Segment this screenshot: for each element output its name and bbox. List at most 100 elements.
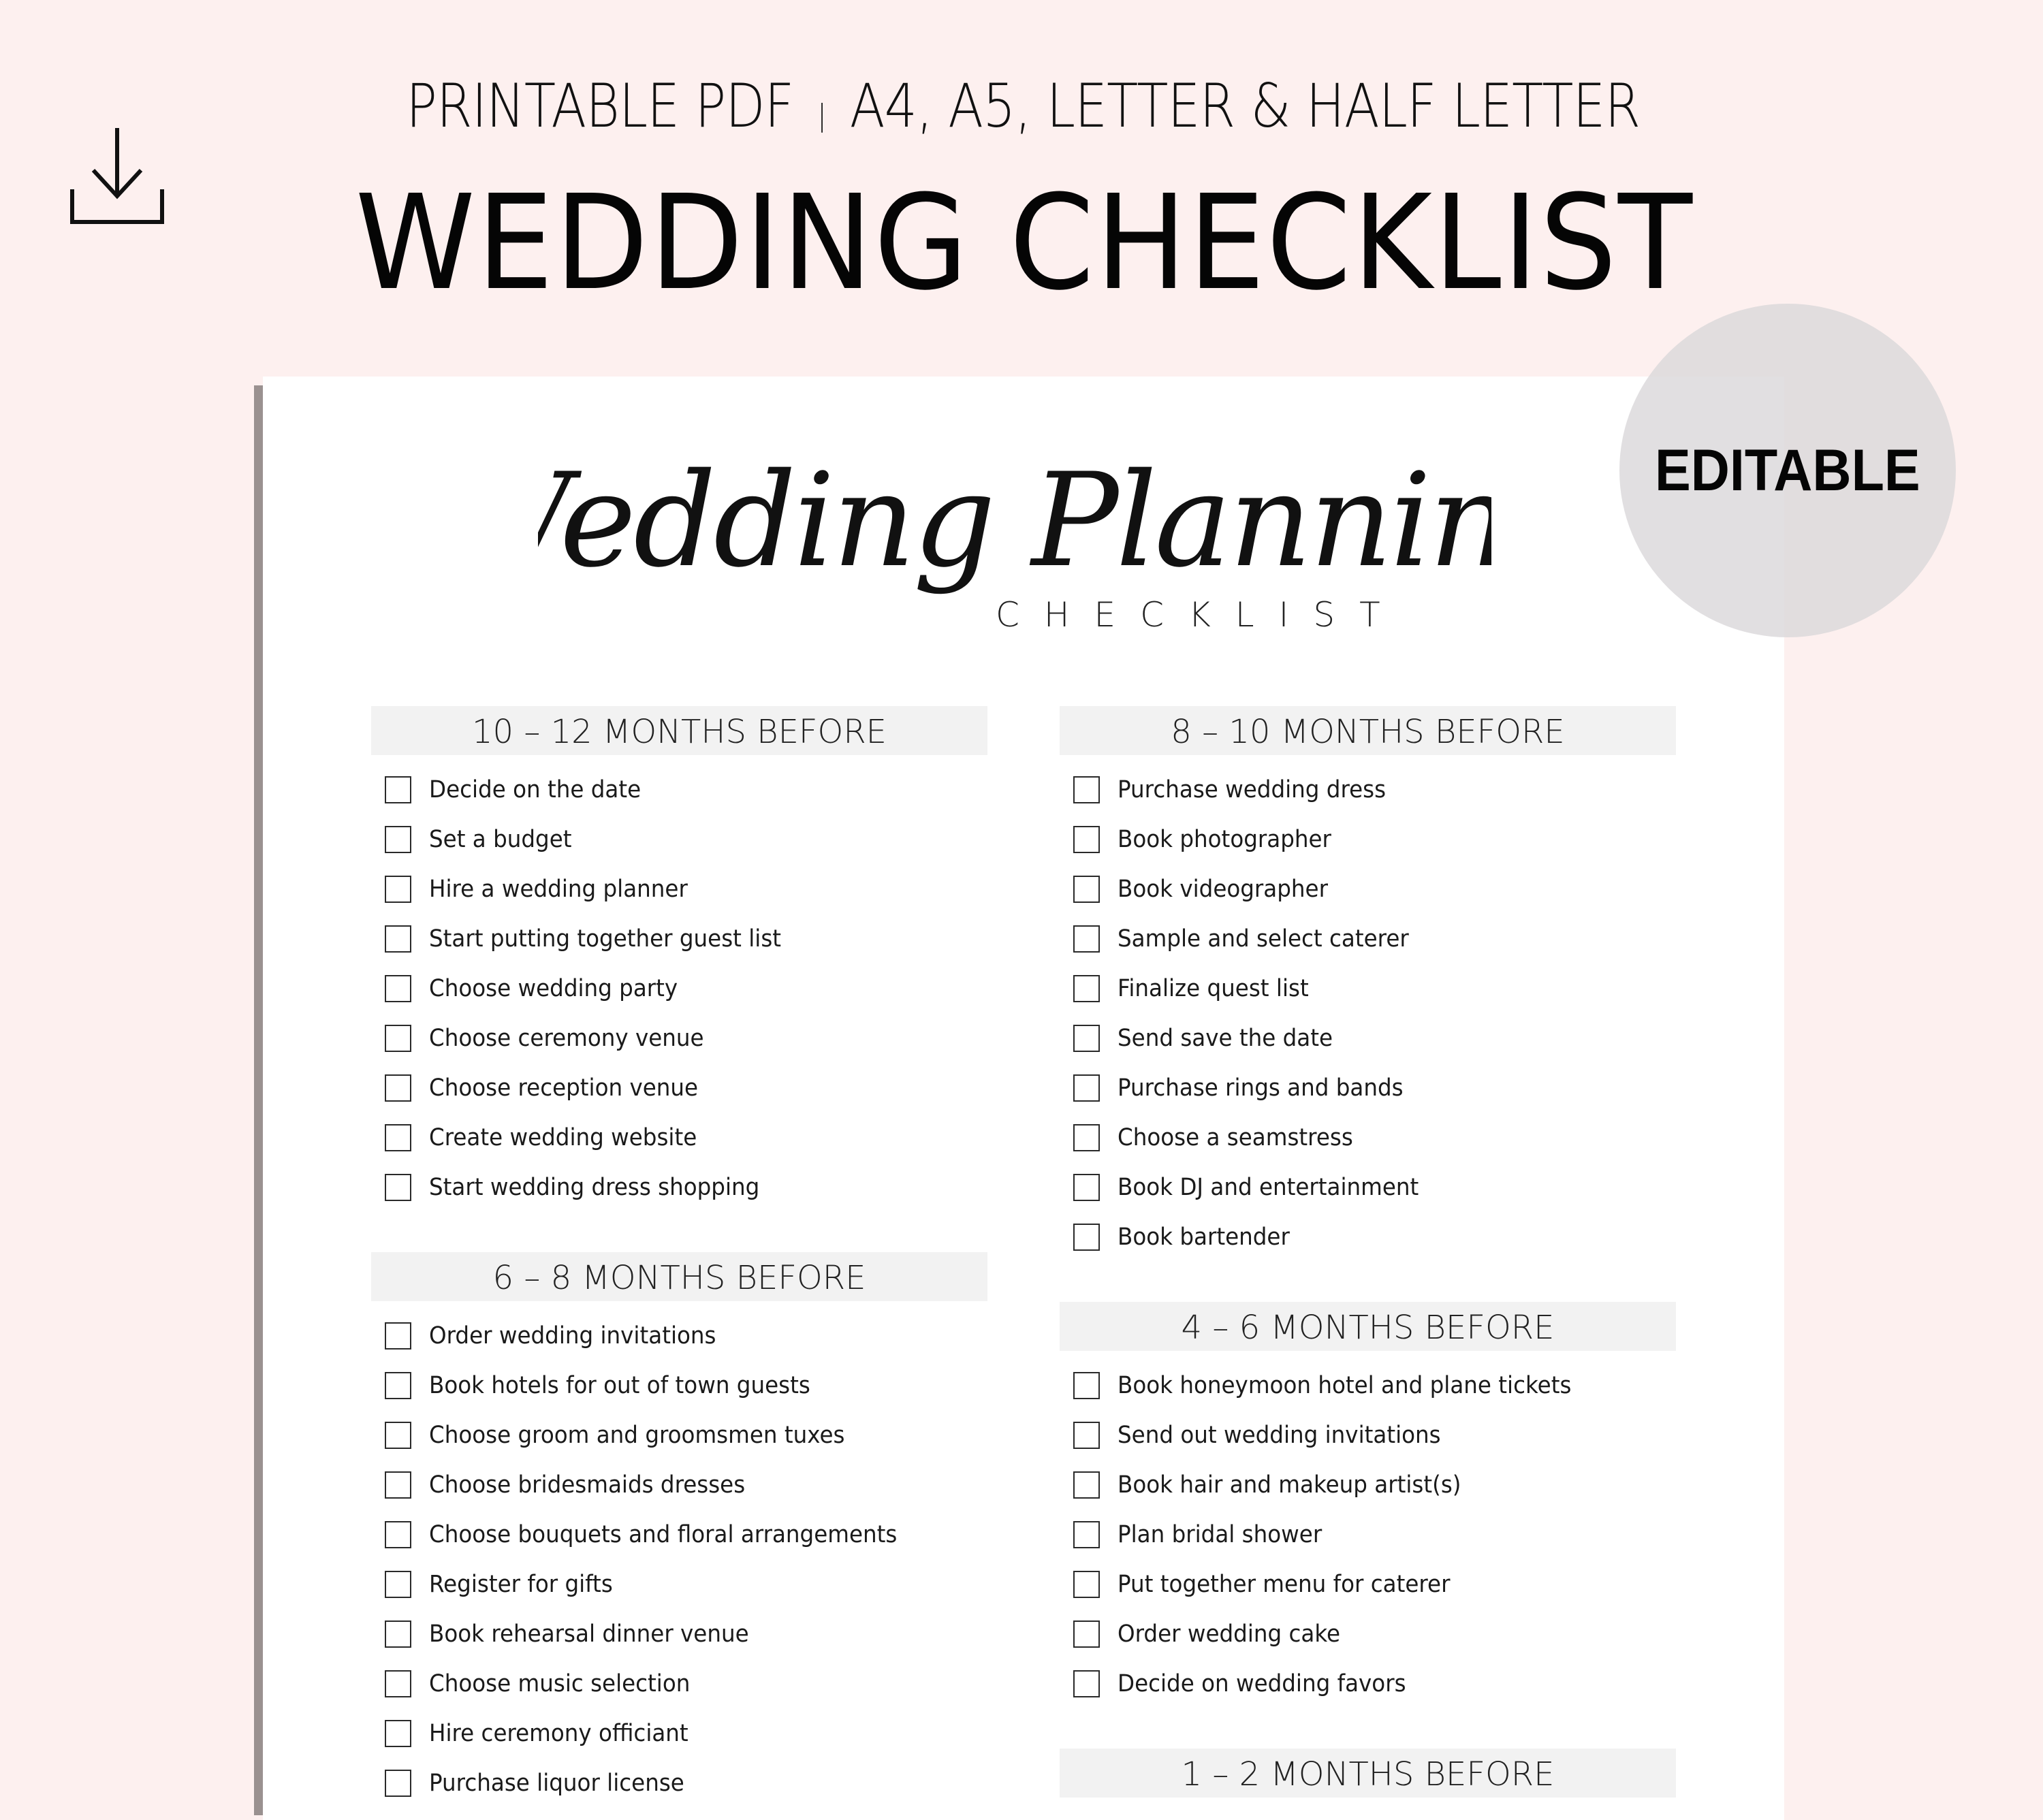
checklist-item-label: Hire ceremony officiant (429, 1719, 688, 1747)
checklist-item: Send save the date (1060, 1013, 1676, 1063)
checklist-item: Order wedding invitations (371, 1311, 987, 1360)
checkbox[interactable] (1073, 1371, 1100, 1399)
checklist-item: Set a budget (371, 814, 987, 864)
section-4-6-months: 4 – 6 MONTHS BEFORE Book honeymoon hotel… (1060, 1302, 1676, 1708)
checklist-item-label: Choose ceremony venue (429, 1024, 704, 1052)
checklist-item-label: Order wedding invitations (429, 1322, 716, 1350)
section-6-8-months: 6 – 8 MONTHS BEFORE Order wedding invita… (371, 1252, 987, 1808)
checkbox[interactable] (1073, 1223, 1100, 1251)
script-subtitle: CHECKLIST (996, 595, 1405, 635)
checkbox[interactable] (1073, 1471, 1100, 1499)
checklist-item: Order wedding cake (1060, 1609, 1676, 1659)
checklist-item-label: Register for gifts (429, 1570, 613, 1598)
section-header: 1 – 2 MONTHS BEFORE (1060, 1749, 1676, 1798)
checkbox[interactable] (385, 776, 411, 803)
checklist-item-label: Purchase wedding dress (1118, 776, 1387, 803)
checklist-item: Register for gifts (371, 1559, 987, 1609)
checklist-item-label: Send save the date (1118, 1024, 1333, 1052)
checklist-items: Decide on the date Set a budget Hire a wed… (371, 765, 987, 1212)
checkbox[interactable] (385, 1670, 411, 1697)
section-8-10-months: 8 – 10 MONTHS BEFORE Purchase wedding dr… (1060, 706, 1676, 1262)
checklist-item: Purchase wedding dress (1060, 765, 1676, 814)
checklist-item: Sample and select caterer (1060, 914, 1676, 963)
checkbox[interactable] (385, 1421, 411, 1449)
checklist-item: Purchase rings and bands (1060, 1063, 1676, 1113)
editable-badge-label: EDITABLE (1655, 437, 1920, 503)
checklist-item-label: Book rehearsal dinner venue (429, 1620, 749, 1648)
checklist-item: Choose ceremony venue (371, 1013, 987, 1063)
checklist-item-label: Book hotels for out of town guests (429, 1371, 810, 1399)
checkbox[interactable] (385, 1322, 411, 1350)
checklist-item: Choose wedding party (371, 963, 987, 1013)
checkbox[interactable] (385, 825, 411, 853)
checklist-item: Create wedding website (371, 1113, 987, 1162)
subtitle-format-label: PRINTABLE PDF (406, 71, 794, 141)
checklist-item-label: Start wedding dress shopping (429, 1173, 760, 1201)
checklist-item-label: Book hair and makeup artist(s) (1118, 1471, 1461, 1499)
checklist-item-label: Put together menu for caterer (1118, 1570, 1451, 1598)
checklist-item: Finalize quest list (1060, 963, 1676, 1013)
checkbox[interactable] (385, 1719, 411, 1747)
checkbox[interactable] (1073, 875, 1100, 903)
checkbox[interactable] (1073, 1173, 1100, 1201)
checklist-item: Book rehearsal dinner venue (371, 1609, 987, 1659)
checkbox[interactable] (1073, 974, 1100, 1002)
checkbox[interactable] (385, 1570, 411, 1598)
checkbox[interactable] (1073, 776, 1100, 803)
checkbox[interactable] (1073, 1074, 1100, 1102)
checklist-item-label: Order wedding cake (1118, 1620, 1341, 1648)
checkbox[interactable] (385, 875, 411, 903)
checklist-item: Choose reception venue (371, 1063, 987, 1113)
checkbox[interactable] (1073, 1520, 1100, 1548)
checkbox[interactable] (385, 1371, 411, 1399)
checklist-item-label: Start putting together guest list (429, 925, 782, 953)
checklist-items: Order wedding invitations Book hotels for… (371, 1311, 987, 1808)
checklist-item-label: Choose wedding party (429, 974, 678, 1002)
checklist-item: Book bartender (1060, 1212, 1676, 1262)
checkbox[interactable] (385, 1173, 411, 1201)
checklist-item-label: Book photographer (1118, 825, 1331, 853)
checklist-item: Start putting together guest list (371, 914, 987, 963)
checklist-item-label: Choose a seamstress (1118, 1123, 1353, 1151)
checklist-item-label: Book bartender (1118, 1223, 1290, 1251)
checkbox[interactable] (385, 974, 411, 1002)
section-10-12-months: 10 – 12 MONTHS BEFORE Decide on the date… (371, 706, 987, 1212)
checklist-item-label: Choose bridesmaids dresses (429, 1471, 746, 1499)
checklist-item: Book hotels for out of town guests (371, 1360, 987, 1410)
checkbox[interactable] (385, 1520, 411, 1548)
checklist-item-label: Plan bridal shower (1118, 1520, 1323, 1548)
checklist-item: Purchase liquor license (371, 1758, 987, 1808)
checkbox[interactable] (1073, 825, 1100, 853)
checkbox[interactable] (385, 1074, 411, 1102)
checkbox[interactable] (385, 1471, 411, 1499)
checkbox[interactable] (385, 1024, 411, 1052)
checklist-item-label: Send out wedding invitations (1118, 1421, 1441, 1449)
section-header: 8 – 10 MONTHS BEFORE (1060, 706, 1676, 755)
checklist-item: Decide on wedding favors (1060, 1659, 1676, 1708)
checkbox[interactable] (385, 1769, 411, 1797)
subtitle-sizes-label: A4, A5, LETTER & HALF LETTER (849, 71, 1641, 141)
checklist-item: Put together menu for caterer (1060, 1559, 1676, 1609)
checklist-item: Hire ceremony officiant (371, 1708, 987, 1758)
checkbox[interactable] (1073, 1024, 1100, 1052)
checklist-item-label: Book videographer (1118, 875, 1328, 903)
checklist-item: Book photographer (1060, 814, 1676, 864)
checkbox[interactable] (385, 1620, 411, 1648)
checklist-item-label: Set a budget (429, 825, 572, 853)
checkbox[interactable] (1073, 1670, 1100, 1697)
checklist-item: Choose a seamstress (1060, 1113, 1676, 1162)
checklist-items: Book honeymoon hotel and plane tickets Se… (1060, 1360, 1676, 1708)
checklist-item: Hire a wedding planner (371, 864, 987, 914)
checkbox[interactable] (1073, 1620, 1100, 1648)
checkbox[interactable] (385, 925, 411, 953)
checkbox[interactable] (1073, 1123, 1100, 1151)
checkbox[interactable] (385, 1123, 411, 1151)
checklist-item-label: Book DJ and entertainment (1118, 1173, 1419, 1201)
section-header: 6 – 8 MONTHS BEFORE (371, 1252, 987, 1301)
checklist-item-label: Decide on the date (429, 776, 642, 803)
checkbox[interactable] (1073, 1570, 1100, 1598)
checkbox[interactable] (1073, 1421, 1100, 1449)
checklist-item: Plan bridal shower (1060, 1510, 1676, 1559)
checkbox[interactable] (1073, 925, 1100, 953)
format-subtitle: PRINTABLE PDF | A4, A5, LETTER & HALF LE… (144, 76, 1901, 136)
